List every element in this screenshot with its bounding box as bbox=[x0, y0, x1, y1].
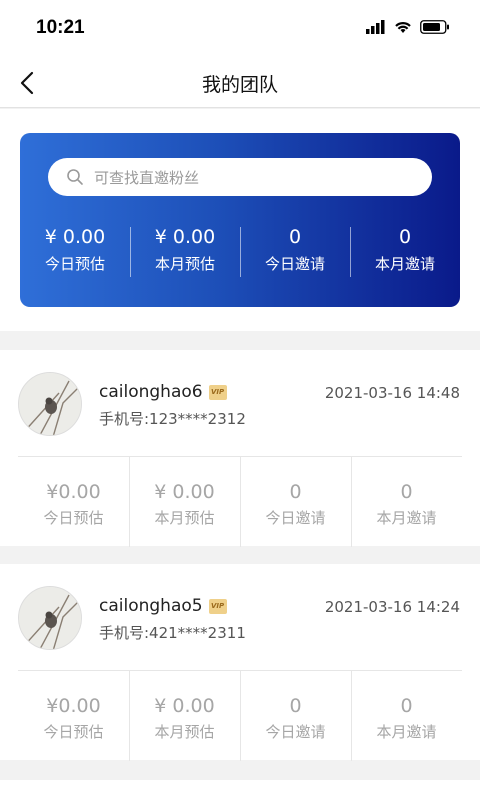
member-stat: 0 今日邀请 bbox=[240, 457, 351, 547]
page-title: 我的团队 bbox=[201, 74, 278, 96]
stat-label: 本月邀请 bbox=[374, 255, 435, 273]
member-stat: ¥0.00 今日预估 bbox=[18, 671, 129, 760]
stat-label: 今日预估 bbox=[43, 509, 104, 527]
stat-value: 0 bbox=[288, 226, 302, 248]
member-date: 2021-03-16 14:24 bbox=[324, 598, 460, 616]
summary-card: 可查找直邀粉丝 ¥ 0.00 今日预估 ¥ 0.00 本月预估 0 今日邀请 0… bbox=[20, 133, 460, 307]
stat-value: ¥0.00 bbox=[46, 481, 101, 503]
summary-month-invites: 0 本月邀请 bbox=[350, 225, 460, 279]
summary-stats: ¥ 0.00 今日预估 ¥ 0.00 本月预估 0 今日邀请 0 本月邀请 bbox=[20, 225, 460, 279]
member-stats: ¥0.00 今日预估 ¥ 0.00 本月预估 0 今日邀请 0 本月邀请 bbox=[18, 670, 462, 761]
status-bar: 10:21 bbox=[0, 0, 480, 58]
member-card[interactable]: cailonghao6 VIP 手机号:123****2312 2021-03-… bbox=[0, 350, 480, 547]
stat-label: 本月预估 bbox=[154, 723, 215, 741]
summary-month-estimate: ¥ 0.00 本月预估 bbox=[130, 225, 240, 279]
stat-value: ¥ 0.00 bbox=[44, 226, 106, 248]
member-date: 2021-03-16 14:48 bbox=[324, 384, 460, 402]
summary-section: 可查找直邀粉丝 ¥ 0.00 今日预估 ¥ 0.00 本月预估 0 今日邀请 0… bbox=[0, 109, 480, 331]
member-phone: 手机号:123****2312 bbox=[99, 410, 246, 428]
member-name: cailonghao6 bbox=[99, 382, 203, 402]
vip-badge: VIP bbox=[208, 384, 227, 400]
stat-label: 今日预估 bbox=[43, 723, 104, 741]
member-stat: ¥ 0.00 本月预估 bbox=[129, 671, 240, 761]
search-placeholder: 可查找直邀粉丝 bbox=[94, 168, 200, 187]
member-name: cailonghao5 bbox=[99, 596, 203, 616]
stat-value: ¥ 0.00 bbox=[154, 481, 215, 503]
stat-label: 今日邀请 bbox=[264, 255, 325, 273]
summary-today-invites: 0 今日邀请 bbox=[240, 225, 350, 279]
wifi-icon bbox=[395, 22, 411, 33]
search-icon bbox=[67, 169, 83, 185]
stat-value: ¥ 0.00 bbox=[154, 226, 216, 248]
stat-label: 本月邀请 bbox=[376, 723, 437, 741]
member-stat: 0 本月邀请 bbox=[351, 457, 462, 547]
bird-photo-icon bbox=[19, 587, 81, 649]
stat-label: 本月预估 bbox=[154, 509, 215, 527]
stat-label: 今日邀请 bbox=[265, 509, 326, 527]
battery-icon bbox=[420, 20, 449, 34]
nav-bar: 我的团队 bbox=[0, 58, 480, 108]
stat-value: ¥ 0.00 bbox=[154, 695, 215, 717]
stat-value: 0 bbox=[289, 481, 302, 503]
search-input[interactable]: 可查找直邀粉丝 bbox=[48, 158, 432, 196]
stat-value: 0 bbox=[400, 695, 413, 717]
member-phone: 手机号:421****2311 bbox=[99, 624, 246, 642]
status-icons bbox=[366, 20, 450, 34]
status-time: 10:21 bbox=[36, 17, 85, 38]
next-member-card-edge bbox=[0, 780, 480, 800]
summary-today-estimate: ¥ 0.00 今日预估 bbox=[20, 225, 130, 279]
member-stat: ¥ 0.00 本月预估 bbox=[129, 457, 240, 547]
vip-badge: VIP bbox=[208, 598, 227, 614]
signal-icon bbox=[366, 20, 385, 34]
stat-label: 本月预估 bbox=[154, 255, 215, 273]
stat-label: 本月邀请 bbox=[376, 509, 437, 527]
member-stat: 0 本月邀请 bbox=[351, 671, 462, 761]
member-card[interactable]: cailonghao5 VIP 手机号:421****2311 2021-03-… bbox=[0, 564, 480, 761]
stat-label: 今日预估 bbox=[44, 255, 105, 273]
bird-photo-icon bbox=[19, 373, 81, 435]
stat-label: 今日邀请 bbox=[265, 723, 326, 741]
stat-value: 0 bbox=[289, 695, 302, 717]
member-stat: ¥0.00 今日预估 bbox=[18, 457, 129, 546]
member-name-row: cailonghao5 VIP bbox=[99, 596, 227, 616]
member-name-row: cailonghao6 VIP bbox=[99, 382, 227, 402]
member-stats: ¥0.00 今日预估 ¥ 0.00 本月预估 0 今日邀请 0 本月邀请 bbox=[18, 456, 462, 547]
stat-value: 0 bbox=[398, 226, 412, 248]
member-stat: 0 今日邀请 bbox=[240, 671, 351, 761]
stat-value: ¥0.00 bbox=[46, 695, 101, 717]
avatar bbox=[18, 586, 82, 650]
stat-value: 0 bbox=[400, 481, 413, 503]
avatar bbox=[18, 372, 82, 436]
